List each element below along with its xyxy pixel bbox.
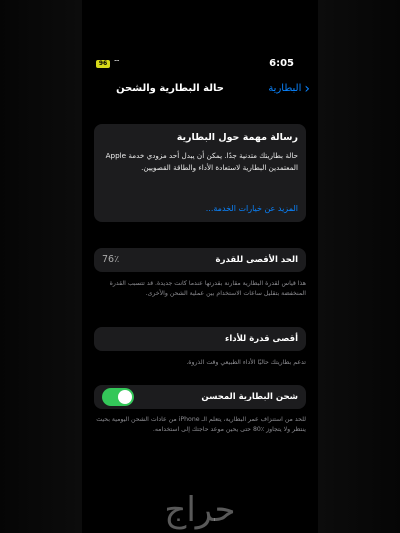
message-body: حالة بطاريتك متدنية جدًا. يمكن أن يبدل أ… bbox=[105, 151, 298, 172]
service-options-link[interactable]: المزيد عن خيارات الخدمة... bbox=[206, 204, 298, 213]
peak-performance-label: أقصى قدرة للأداء bbox=[224, 334, 298, 344]
battery-message-card: رسالة مهمة حول البطارية حالة بطاريتك متد… bbox=[94, 124, 306, 222]
nav-bar: ‹ البطارية حالة البطارية والشحن bbox=[82, 80, 318, 102]
back-button[interactable]: ‹ البطارية bbox=[268, 80, 310, 97]
right-bezel bbox=[318, 0, 400, 533]
watermark-logo: حراج bbox=[164, 490, 236, 530]
charging-note: للحد من استنزاف عمر البطارية، يتعلم الـ … bbox=[96, 416, 306, 433]
optimized-charging-toggle[interactable] bbox=[102, 388, 134, 406]
performance-note: تدعم بطاريتك حاليًا الأداء الطبيعي وقت ا… bbox=[186, 359, 306, 366]
status-bar: 96 ⌔ 6:05 bbox=[82, 58, 318, 72]
max-capacity-label: الحد الأقصى للقدرة bbox=[215, 255, 298, 265]
capacity-note: هذا قياس لقدرة البطارية مقارنة بقدرتها ع… bbox=[109, 280, 306, 297]
wifi-icon: ⌔ bbox=[113, 58, 121, 67]
battery-level: 96 bbox=[98, 60, 108, 67]
chevron-back-icon: ‹ bbox=[304, 80, 310, 97]
message-title: رسالة مهمة حول البطارية bbox=[176, 132, 298, 143]
status-time: 6:05 bbox=[269, 58, 294, 69]
max-capacity-row: الحد الأقصى للقدرة 76٪ bbox=[94, 248, 306, 272]
battery-icon: 96 bbox=[96, 60, 110, 68]
optimized-charging-row: شحن البطارية المحسن bbox=[94, 385, 306, 409]
toggle-knob bbox=[118, 390, 132, 404]
left-bezel bbox=[0, 0, 82, 533]
page-title: حالة البطارية والشحن bbox=[116, 83, 224, 94]
optimized-charging-label: شحن البطارية المحسن bbox=[201, 392, 298, 402]
peak-performance-row: أقصى قدرة للأداء bbox=[94, 327, 306, 351]
max-capacity-value: 76٪ bbox=[102, 254, 120, 265]
phone-screen: 96 ⌔ 6:05 ‹ البطارية حالة البطارية والشح… bbox=[82, 0, 318, 533]
back-label: البطارية bbox=[268, 83, 302, 94]
